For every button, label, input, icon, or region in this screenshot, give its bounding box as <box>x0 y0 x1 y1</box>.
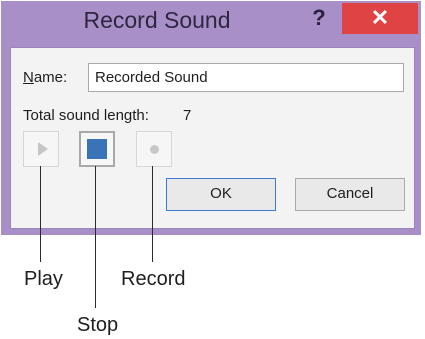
ok-button[interactable]: OK <box>166 178 276 211</box>
play-button[interactable] <box>23 131 59 167</box>
record-icon <box>150 145 159 154</box>
record-callout-label: Record <box>121 268 186 290</box>
total-length-value: 7 <box>183 107 192 124</box>
stop-callout-line <box>95 166 96 308</box>
stop-icon <box>87 139 107 159</box>
close-button[interactable]: ✕ <box>342 3 418 34</box>
record-sound-dialog: Record Sound ? ✕ Name: Total sound lengt… <box>1 1 421 235</box>
name-field[interactable] <box>88 63 404 92</box>
name-label-accelerator: N <box>23 69 34 86</box>
close-icon: ✕ <box>370 5 390 30</box>
title-bar[interactable]: Record Sound ? ✕ <box>1 1 421 42</box>
dialog-body: Name: Total sound length: 7 OK Cancel <box>10 47 415 229</box>
name-label-text: ame: <box>33 69 68 86</box>
total-length-label: Total sound length: <box>23 107 149 124</box>
dialog-title: Record Sound <box>83 7 231 33</box>
record-callout-line <box>152 166 153 262</box>
name-label: Name: <box>23 69 67 86</box>
play-icon <box>38 142 48 156</box>
stop-callout-label: Stop <box>77 314 119 336</box>
play-callout-label: Play <box>24 268 63 290</box>
help-icon: ? <box>312 5 326 30</box>
cancel-button[interactable]: Cancel <box>295 178 405 211</box>
play-callout-line <box>40 166 41 262</box>
record-button[interactable] <box>136 131 172 167</box>
stop-button[interactable] <box>79 131 115 167</box>
help-button[interactable]: ? <box>304 3 334 35</box>
